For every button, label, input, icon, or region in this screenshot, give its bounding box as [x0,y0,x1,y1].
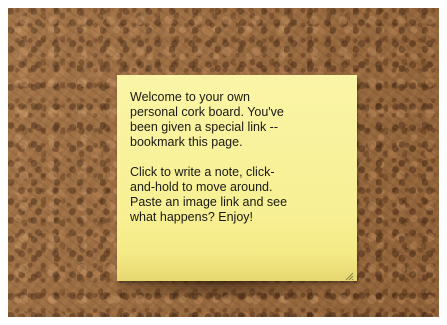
sticky-note[interactable]: Welcome to your own personal cork board.… [117,75,357,281]
resize-grip-icon[interactable] [344,268,354,281]
note-curl-shading [117,255,357,281]
cork-board[interactable]: Welcome to your own personal cork board.… [8,8,439,317]
page-frame: Welcome to your own personal cork board.… [0,0,447,325]
note-text[interactable]: Welcome to your own personal cork board.… [130,90,345,225]
